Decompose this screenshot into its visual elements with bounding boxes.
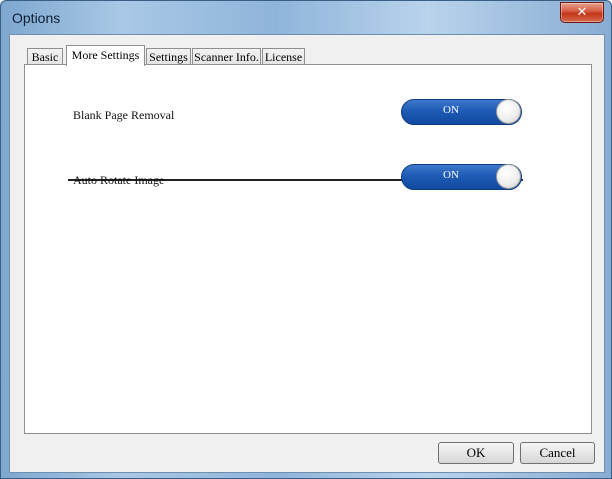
blank-page-removal-toggle[interactable]: ON [401, 99, 522, 125]
toggle-state-text: ON [443, 104, 459, 116]
tab-scanner-info[interactable]: Scanner Info. [192, 48, 261, 65]
toggle-state-text: ON [443, 169, 459, 181]
dialog-body: Basic More Settings Settings Scanner Inf… [9, 34, 605, 473]
tab-license[interactable]: License [262, 48, 305, 65]
close-icon: ✕ [576, 5, 588, 20]
options-dialog: Options ✕ Basic More Settings Settings S… [0, 0, 612, 479]
close-button[interactable]: ✕ [560, 2, 604, 23]
auto-rotate-image-toggle[interactable]: ON [401, 164, 522, 190]
blank-page-removal-label: Blank Page Removal [73, 108, 175, 122]
title-bar[interactable]: Options ✕ [1, 1, 611, 35]
tab-basic[interactable]: Basic [27, 48, 63, 65]
more-settings-panel: Blank Page Removal ON Auto Rotate Image … [24, 64, 592, 434]
window-title: Options [12, 10, 61, 26]
auto-rotate-image-label: Auto Rotate Image [73, 173, 165, 187]
toggle-knob [496, 99, 521, 124]
ok-button[interactable]: OK [438, 442, 514, 464]
cancel-button[interactable]: Cancel [520, 442, 595, 464]
tab-more-settings[interactable]: More Settings [66, 45, 145, 66]
toggle-knob [496, 164, 521, 189]
tab-settings[interactable]: Settings [146, 48, 191, 65]
